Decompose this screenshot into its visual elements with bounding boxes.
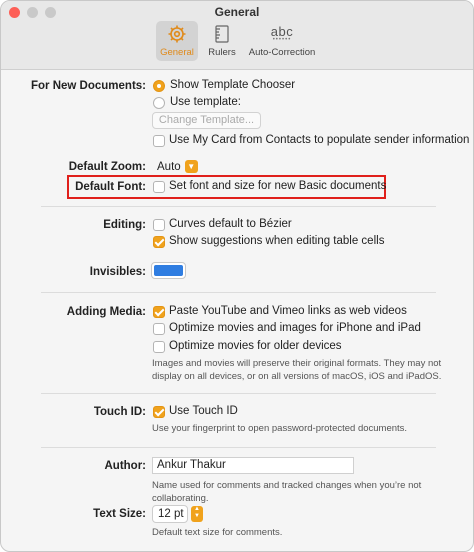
ruler-icon <box>204 23 240 45</box>
use-my-card-checkbox[interactable] <box>153 135 165 147</box>
invisibles-color-swatch <box>154 265 183 276</box>
use-template-radio[interactable] <box>153 97 165 109</box>
optimize-older-label: Optimize movies for older devices <box>169 340 342 352</box>
default-zoom-label: Default Zoom: <box>68 161 146 173</box>
stepper-arrows-icon[interactable]: ▲ ▼ <box>191 506 203 522</box>
touch-id-checkbox[interactable] <box>153 406 165 418</box>
curves-bezier-label: Curves default to Bézier <box>169 218 292 230</box>
gear-icon <box>156 23 198 45</box>
paste-links-checkbox[interactable] <box>153 306 165 318</box>
touch-id-label: Touch ID: <box>93 406 146 418</box>
text-size-field[interactable]: 12 pt <box>152 505 188 523</box>
chevron-down-icon: ▼ <box>184 160 198 173</box>
author-field[interactable]: Ankur Thakur <box>152 457 354 474</box>
show-template-chooser-label: Show Template Chooser <box>170 79 296 91</box>
optimize-iphone-label: Optimize movies and images for iPhone an… <box>169 322 421 334</box>
media-help-line-1: Images and movies will preserve their or… <box>152 358 442 369</box>
abc-icon-dots: •••••• <box>272 37 292 43</box>
divider <box>41 292 436 293</box>
invisibles-color-well[interactable] <box>151 262 186 279</box>
author-label: Author: <box>104 460 146 472</box>
adding-media-label: Adding Media: <box>66 306 146 318</box>
use-my-card-label: Use My Card from Contacts to populate se… <box>169 134 470 146</box>
optimize-iphone-checkbox[interactable] <box>153 323 165 335</box>
table-suggestions-label: Show suggestions when editing table cell… <box>169 235 385 247</box>
tab-general-label: General <box>160 47 194 58</box>
paste-links-label: Paste YouTube and Vimeo links as web vid… <box>169 305 407 317</box>
window-title: General <box>214 5 260 19</box>
preferences-window: General General Rulers abc •••••• Auto-C… <box>0 0 474 552</box>
tab-rulers-label: Rulers <box>208 47 236 58</box>
invisibles-label: Invisibles: <box>89 266 146 278</box>
text-size-label: Text Size: <box>93 508 146 520</box>
curves-bezier-checkbox[interactable] <box>153 219 165 231</box>
default-zoom-value: Auto <box>157 160 181 173</box>
default-font-text: Set font and size for new Basic document… <box>169 180 387 192</box>
text-size-help: Default text size for comments. <box>152 527 283 538</box>
tab-general[interactable]: General <box>156 21 198 61</box>
divider <box>41 206 436 207</box>
default-zoom-popup[interactable]: Auto ▼ <box>157 160 198 173</box>
default-font-checkbox[interactable] <box>153 181 165 193</box>
use-template-label: Use template: <box>170 96 241 108</box>
tab-auto-correction-label: Auto-Correction <box>248 47 316 58</box>
divider <box>41 393 436 394</box>
touch-id-help: Use your fingerprint to open password-pr… <box>152 423 408 434</box>
new-documents-label: For New Documents: <box>30 80 146 92</box>
media-help-line-2: display on all devices, or on all versio… <box>152 371 442 382</box>
author-help-line-2: collaborating. <box>152 493 209 504</box>
divider <box>41 447 436 448</box>
tab-rulers[interactable]: Rulers <box>204 21 240 61</box>
editing-label: Editing: <box>103 219 146 231</box>
author-help-line-1: Name used for comments and tracked chang… <box>152 480 422 491</box>
abc-icon: abc •••••• <box>246 23 318 45</box>
tab-auto-correction[interactable]: abc •••••• Auto-Correction <box>246 21 318 61</box>
change-template-button[interactable]: Change Template... <box>152 112 261 129</box>
table-suggestions-checkbox[interactable] <box>153 236 165 248</box>
toolbar: General General Rulers abc •••••• Auto-C… <box>1 1 473 70</box>
optimize-older-checkbox[interactable] <box>153 341 165 353</box>
default-font-label: Default Font: <box>75 181 146 193</box>
show-template-chooser-radio[interactable] <box>153 80 165 92</box>
touch-id-option-label: Use Touch ID <box>169 405 238 417</box>
